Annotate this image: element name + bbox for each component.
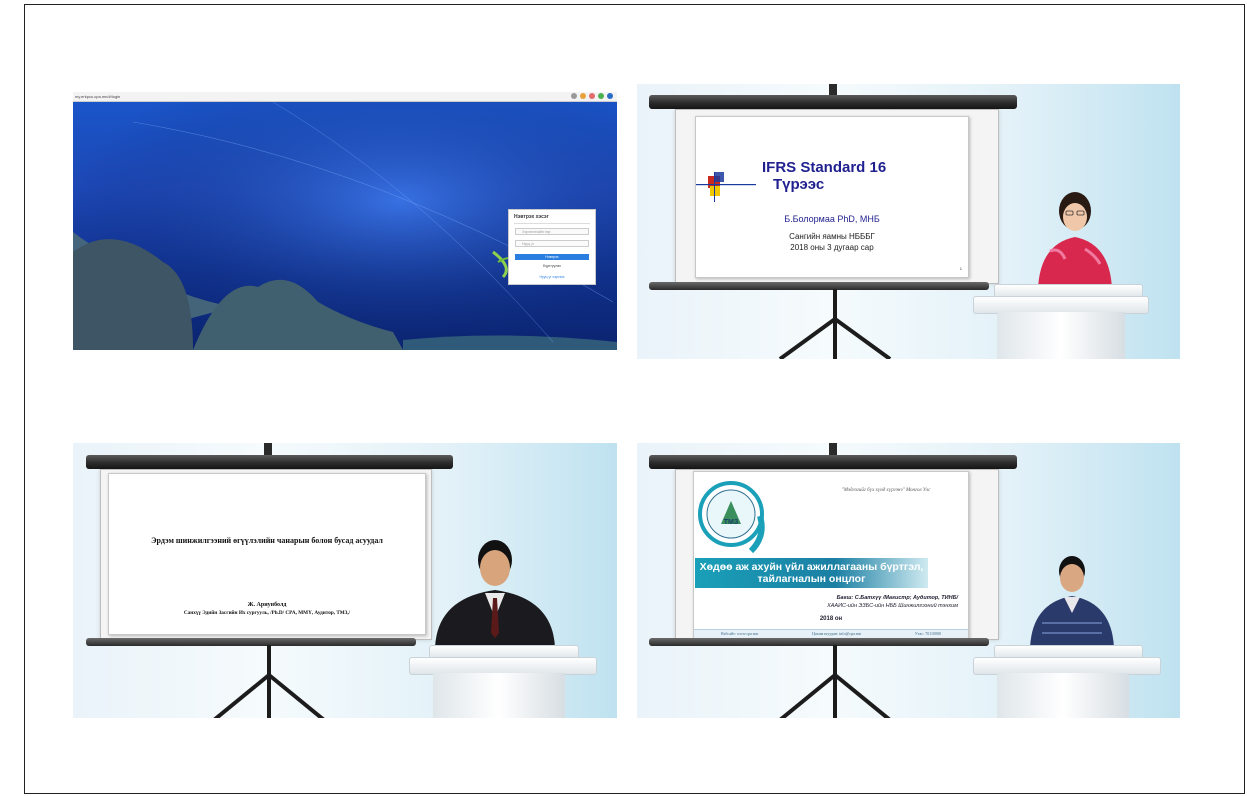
slide-date: 2018 оны 3 дугаар сар	[790, 243, 874, 252]
slide-teacher: Багш: С.Батхүү /Магистр; Аудитор, ТИНБ/	[836, 595, 958, 601]
extension-icon[interactable]	[580, 93, 586, 99]
footer-email: Цахим шуудан: info@cpa.mn	[811, 631, 861, 636]
slide-subtitle: Түрээс	[773, 176, 825, 193]
slide-decoration-icon	[696, 172, 756, 202]
slide-quote: "Мэдлэгийг бүх хүнд хүргэнэ" Монгол Улс	[841, 488, 931, 493]
projector-bar	[649, 455, 1017, 469]
login-title: Нэвтрэх хэсэг	[514, 214, 549, 220]
tripod-stand	[213, 645, 325, 718]
slide-title: Эрдэм шинжилгээний өгүүлэлийн чанарын бо…	[151, 536, 383, 545]
browser-toolbar-icons	[571, 93, 613, 101]
username-input[interactable]: Хэрэглэгчийн нэр	[515, 228, 589, 235]
forgot-password-link[interactable]: Нууц үг сэргээх	[509, 275, 595, 279]
desktop-wallpaper: Нэвтрэх хэсэг Хэрэглэгчийн нэр Нууц үг Н…	[73, 102, 617, 350]
lecture-video-research[interactable]: Эрдэм шинжилгээний өгүүлэлийн чанарын бо…	[73, 443, 617, 718]
slide-organization: Сангийн яамны НБББГ	[789, 232, 875, 241]
tripod-stand	[778, 289, 892, 359]
extension-icon[interactable]	[589, 93, 595, 99]
projector-bar	[649, 95, 1017, 109]
slide-banner-title: Хөдөө аж ахуйн үйл ажиллагааны бүртгэл, …	[695, 558, 928, 588]
lecture-video-rural-accounting[interactable]: ТМЗ "Мэдлэгийг бүх хүнд хүргэнэ" Монгол …	[637, 443, 1180, 718]
divider	[514, 223, 590, 224]
browser-login-screenshot: my.erkpcu.cpa.mn/#/login Нэвтрэх хэсэг Х…	[73, 92, 617, 350]
tripod-stand	[779, 645, 891, 718]
register-link[interactable]: Бүртгүүлэх	[509, 264, 595, 268]
logo-text: ТМЗ	[724, 519, 739, 526]
tmz-logo-icon: ТМЗ	[698, 481, 765, 554]
presenter-man	[435, 540, 555, 648]
projector-bar	[86, 455, 453, 469]
presenter-young-man	[1030, 556, 1114, 648]
star-icon[interactable]	[571, 93, 577, 99]
slide-title: IFRS Standard 16	[762, 159, 887, 176]
podium-body	[433, 673, 565, 718]
url-text: my.erkpcu.cpa.mn/#/login	[75, 94, 121, 99]
footer-website: Вэбсайт: www.cpa.mn	[720, 631, 759, 636]
lecture-video-ifrs[interactable]: IFRS Standard 16 Түрээс Б.Болормаа PhD, …	[637, 84, 1180, 359]
login-button[interactable]: Нэвтрэх	[515, 254, 589, 260]
browser-address-bar[interactable]: my.erkpcu.cpa.mn/#/login	[73, 92, 617, 102]
slide-author: Ж. Ариунболд	[247, 602, 287, 608]
login-dialog: Нэвтрэх хэсэг Хэрэглэгчийн нэр Нууц үг Н…	[508, 209, 596, 285]
slide-footer: Вэбсайт: www.cpa.mn Цахим шуудан: info@c…	[694, 629, 968, 638]
password-input[interactable]: Нууц үг	[515, 240, 589, 247]
presentation-slide: ТМЗ "Мэдлэгийг бүх хүнд хүргэнэ" Монгол …	[693, 471, 969, 639]
slide-author: Б.Болормаа PhD, МНБ	[784, 214, 880, 224]
slide-credentials: Санхүү Эдийн Засгийн Их сургууль, /Ph.D/…	[183, 610, 351, 616]
presentation-slide: IFRS Standard 16 Түрээс Б.Болормаа PhD, …	[695, 116, 969, 278]
slide-page-number: 1	[959, 266, 962, 271]
slide-year: 2018 он	[819, 616, 843, 622]
presentation-slide: Эрдэм шинжилгээний өгүүлэлийн чанарын бо…	[108, 473, 426, 635]
footer-phone: Утас: 70110000	[914, 631, 942, 636]
presenter-woman	[1038, 192, 1112, 289]
profile-icon[interactable]	[607, 93, 613, 99]
podium-body	[997, 673, 1129, 718]
podium-body	[997, 312, 1125, 359]
extension-icon[interactable]	[598, 93, 604, 99]
slide-teacher-org: ХААИС-ийн ЭЗБС-ийн НББ Шинжилгээний тэнх…	[827, 603, 958, 609]
